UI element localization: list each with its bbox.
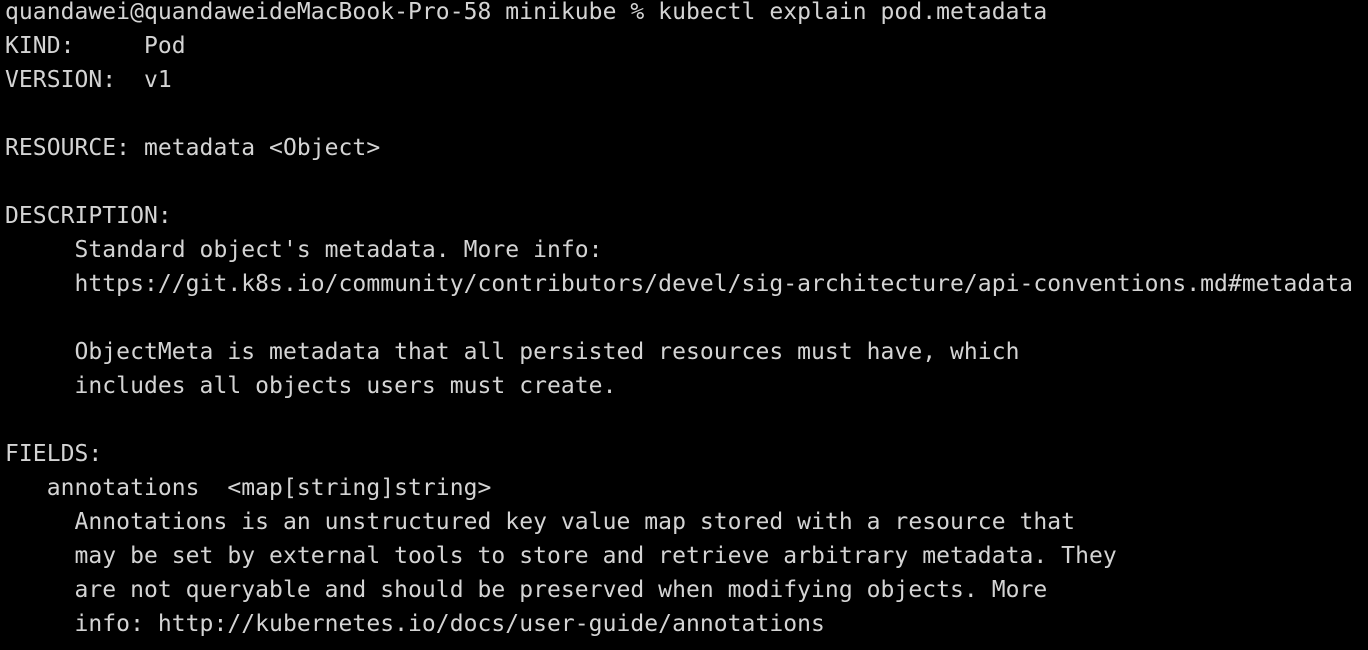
field-description: info: http://kubernetes.io/docs/user-gui… (5, 611, 825, 637)
field-description: Annotations is an unstructured key value… (5, 509, 1076, 535)
kind-line: KIND: Pod (5, 33, 186, 59)
description-text: Standard object's metadata. More info: (5, 237, 603, 263)
resource-line: RESOURCE: metadata <Object> (5, 135, 381, 161)
command-prompt-line: quandawei@quandaweideMacBook-Pro-58 mini… (5, 0, 1048, 25)
terminal-window[interactable]: quandawei@quandaweideMacBook-Pro-58 mini… (0, 0, 1368, 650)
field-description: are not queryable and should be preserve… (5, 577, 1048, 603)
description-text: includes all objects users must create. (5, 373, 617, 399)
version-line: VERSION: v1 (5, 67, 172, 93)
field-annotations: annotations <map[string]string> (5, 475, 492, 501)
fields-heading: FIELDS: (5, 441, 103, 467)
description-text: ObjectMeta is metadata that all persiste… (5, 339, 1020, 365)
field-description: may be set by external tools to store an… (5, 543, 1117, 569)
description-url: https://git.k8s.io/community/contributor… (5, 271, 1354, 297)
description-heading: DESCRIPTION: (5, 203, 172, 229)
